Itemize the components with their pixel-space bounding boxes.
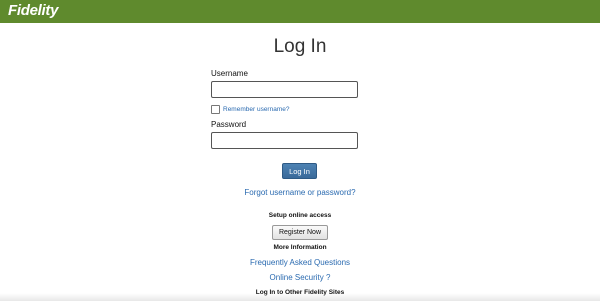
site-header: Fidelity: [0, 0, 600, 23]
setup-online-access-heading: Setup online access: [268, 212, 332, 219]
faq-link[interactable]: Frequently Asked Questions: [0, 258, 600, 267]
bottom-shadow: [0, 293, 600, 301]
register-now-button[interactable]: Register Now: [272, 225, 328, 240]
remember-username-checkbox[interactable]: [211, 104, 220, 114]
username-label: Username: [211, 69, 248, 78]
username-input[interactable]: [211, 81, 358, 98]
password-input[interactable]: [211, 132, 358, 149]
password-label: Password: [211, 120, 247, 129]
more-information-heading: More Information: [273, 244, 327, 251]
fidelity-logo[interactable]: Fidelity: [8, 2, 58, 19]
login-button[interactable]: Log In: [282, 163, 317, 179]
online-security-link[interactable]: Online Security ?: [0, 273, 600, 282]
remember-username-label[interactable]: Remember username?: [223, 106, 289, 113]
forgot-credentials-link[interactable]: Forgot username or password?: [0, 188, 600, 197]
remember-username-row[interactable]: Remember username?: [211, 104, 289, 114]
page-title: Log In: [273, 36, 327, 57]
